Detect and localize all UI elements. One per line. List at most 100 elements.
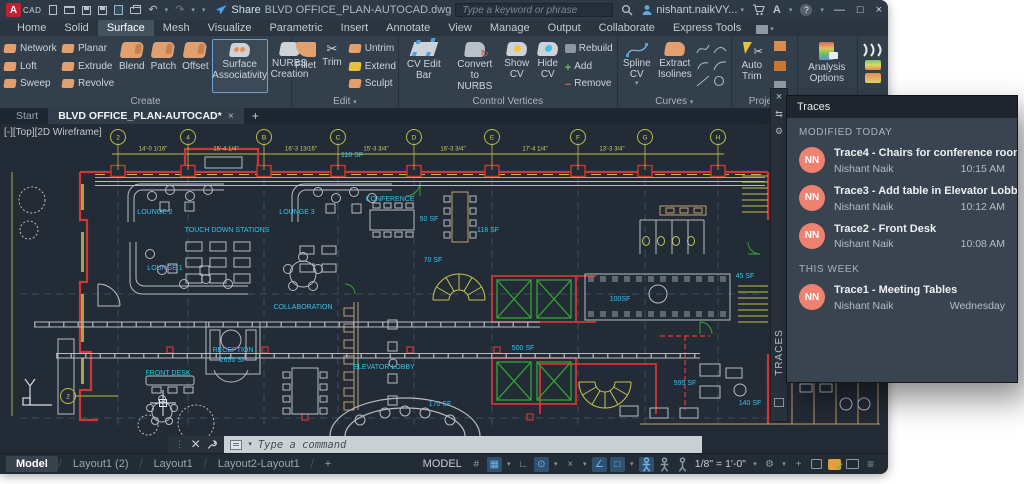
analysis-options-button[interactable]: Analysis Options: [798, 39, 856, 93]
scale-caret[interactable]: ▾: [751, 457, 759, 472]
palette-window-icon[interactable]: [774, 398, 784, 407]
project-view-icon[interactable]: [774, 61, 786, 71]
annotation-scale-value[interactable]: 1/8" = 1'-0": [695, 458, 746, 470]
snap-caret[interactable]: ▾: [505, 457, 513, 472]
command-caret-icon[interactable]: ▾: [248, 441, 252, 448]
isolate-icon[interactable]: +: [791, 457, 806, 472]
extend-button[interactable]: Extend: [347, 59, 391, 74]
osnap-icon[interactable]: □: [610, 457, 625, 472]
grid-icon[interactable]: #: [469, 457, 484, 472]
tab-layout1-2[interactable]: Layout1 (2): [63, 456, 139, 472]
offset-button[interactable]: Offset: [179, 39, 212, 93]
ribbon-tab-insert[interactable]: Insert: [332, 20, 378, 36]
cart-icon[interactable]: [752, 4, 765, 16]
ribbon-tab-view[interactable]: View: [439, 20, 481, 36]
trace-item[interactable]: NNTrace3 - Add table in Elevator LobbyNi…: [787, 180, 1017, 218]
auto-trim-button[interactable]: ✂ Auto Trim: [732, 39, 772, 93]
curves-panel-label[interactable]: Curves ▾: [618, 96, 731, 107]
circle-tool-icon[interactable]: [713, 75, 727, 87]
edit-panel-label[interactable]: Edit ▾: [292, 96, 398, 107]
draft-analysis-icon[interactable]: [865, 73, 881, 83]
undo-caret-icon[interactable]: ▾: [165, 7, 169, 14]
arc2-icon[interactable]: [713, 59, 727, 71]
tab-layout1[interactable]: Layout1: [144, 456, 203, 472]
ribbon-tab-solid[interactable]: Solid: [55, 20, 97, 36]
palette-autohide-icon[interactable]: ⇆: [775, 109, 783, 120]
polar-icon[interactable]: ⊙: [534, 457, 549, 472]
untrim-button[interactable]: Untrim: [347, 41, 391, 56]
ribbon-tab-express-tools[interactable]: Express Tools: [664, 20, 750, 36]
trim-button[interactable]: ✂Trim: [319, 39, 345, 93]
snap-icon[interactable]: ▦: [487, 457, 502, 472]
ribbon-tab-annotate[interactable]: Annotate: [377, 20, 439, 36]
line-icon[interactable]: [696, 75, 710, 87]
remove-button[interactable]: −Remove: [565, 76, 615, 91]
plot-icon[interactable]: [114, 5, 123, 15]
extract-isolines-button[interactable]: Extract Isolines: [656, 39, 694, 93]
network-button[interactable]: Network: [2, 41, 56, 56]
surface-associativity-button[interactable]: Surface Associativity: [212, 39, 268, 93]
floorplan-svg[interactable]: 24BCDEFGH2 14'-0 1/16"15'-4 1/4"16'-3 13…: [0, 124, 888, 437]
user-account-button[interactable]: nishant.naikVY... ▾: [641, 4, 744, 16]
hide-cv-button[interactable]: Hide CV: [533, 39, 563, 93]
fillet-button[interactable]: Fillet: [292, 39, 319, 93]
spline-cv-button[interactable]: Spline CV▾: [618, 39, 656, 93]
save-as-icon[interactable]: [98, 6, 107, 15]
otrack-icon[interactable]: ∠: [592, 457, 607, 472]
osnap-caret[interactable]: ▾: [628, 457, 636, 472]
redo-icon[interactable]: ↷: [175, 5, 184, 16]
new-layout-button[interactable]: +: [315, 456, 341, 472]
search-input[interactable]: Type a keyword or phrase: [455, 3, 613, 17]
annotation-autoscale-icon[interactable]: [657, 457, 672, 472]
tab-start[interactable]: Start: [6, 108, 48, 124]
ribbon-tab-collaborate[interactable]: Collaborate: [590, 20, 664, 36]
revolve-button[interactable]: Revolve: [60, 76, 114, 91]
help-icon[interactable]: ?: [800, 4, 812, 16]
create-panel-label[interactable]: Create: [0, 96, 291, 107]
palette-close-icon[interactable]: ×: [776, 91, 782, 103]
ribbon-tab-parametric[interactable]: Parametric: [260, 20, 331, 36]
recent-commands-icon[interactable]: [230, 440, 242, 450]
autodesk-logo-icon[interactable]: A: [773, 5, 781, 16]
settings-icon[interactable]: ⚙: [762, 457, 777, 472]
redo-caret-icon[interactable]: ▾: [191, 7, 195, 14]
tab-layout2-layout1[interactable]: Layout2-Layout1: [208, 456, 310, 472]
planar-button[interactable]: Planar: [60, 41, 114, 56]
drawing-canvas[interactable]: [-][Top][2D Wireframe]: [0, 124, 888, 453]
curvature-analysis-icon[interactable]: [865, 60, 881, 70]
trace-item[interactable]: NNTrace2 - Front DeskNishant Naik10:08 A…: [787, 218, 1017, 256]
trace-item[interactable]: NNTrace1 - Meeting TablesNishant NaikWed…: [787, 279, 1017, 317]
workspace-switching-icon[interactable]: [809, 457, 824, 472]
print-icon[interactable]: [130, 7, 141, 14]
zebra-analysis-icon[interactable]: [862, 43, 884, 57]
control-vertices-panel-label[interactable]: Control Vertices: [399, 96, 617, 107]
settings-caret[interactable]: ▾: [780, 457, 788, 472]
clean-screen-icon[interactable]: [845, 457, 860, 472]
command-input[interactable]: ▾ Type a command: [224, 436, 702, 453]
qat-menu-caret-icon[interactable]: ▾: [202, 7, 206, 14]
add-button[interactable]: +Add: [565, 59, 615, 74]
isodraft-icon[interactable]: ×: [563, 457, 578, 472]
polar-caret[interactable]: ▾: [552, 457, 560, 472]
ribbon-tab-home[interactable]: Home: [8, 20, 55, 36]
sweep-button[interactable]: Sweep: [2, 76, 56, 91]
help-caret-icon[interactable]: ▾: [820, 7, 824, 14]
loft-button[interactable]: Loft: [2, 59, 56, 74]
tab-current-drawing[interactable]: BLVD OFFICE_PLAN-AUTOCAD* ×: [48, 108, 244, 124]
ribbon-tab-output[interactable]: Output: [539, 20, 590, 36]
share-button[interactable]: Share: [216, 4, 260, 16]
annotation-visibility-icon[interactable]: [639, 457, 654, 472]
curve-blend-icon[interactable]: [713, 43, 727, 55]
autocad-logo-icon[interactable]: A: [6, 3, 21, 17]
tab-model[interactable]: Model: [6, 456, 58, 472]
spline-fit-icon[interactable]: [696, 43, 710, 55]
model-space-toggle[interactable]: MODEL: [423, 458, 462, 470]
trace-item[interactable]: NNTrace4 - Chairs for conference roomNis…: [787, 142, 1017, 180]
patch-button[interactable]: Patch: [148, 39, 180, 93]
new-drawing-tab-button[interactable]: +: [244, 108, 267, 124]
command-close-icon[interactable]: ×: [191, 436, 200, 454]
ribbon-tab-manage[interactable]: Manage: [481, 20, 539, 36]
maximize-button[interactable]: □: [857, 4, 864, 16]
ribbon-tab-visualize[interactable]: Visualize: [199, 20, 261, 36]
trusted-dwg-icon[interactable]: [827, 457, 842, 472]
